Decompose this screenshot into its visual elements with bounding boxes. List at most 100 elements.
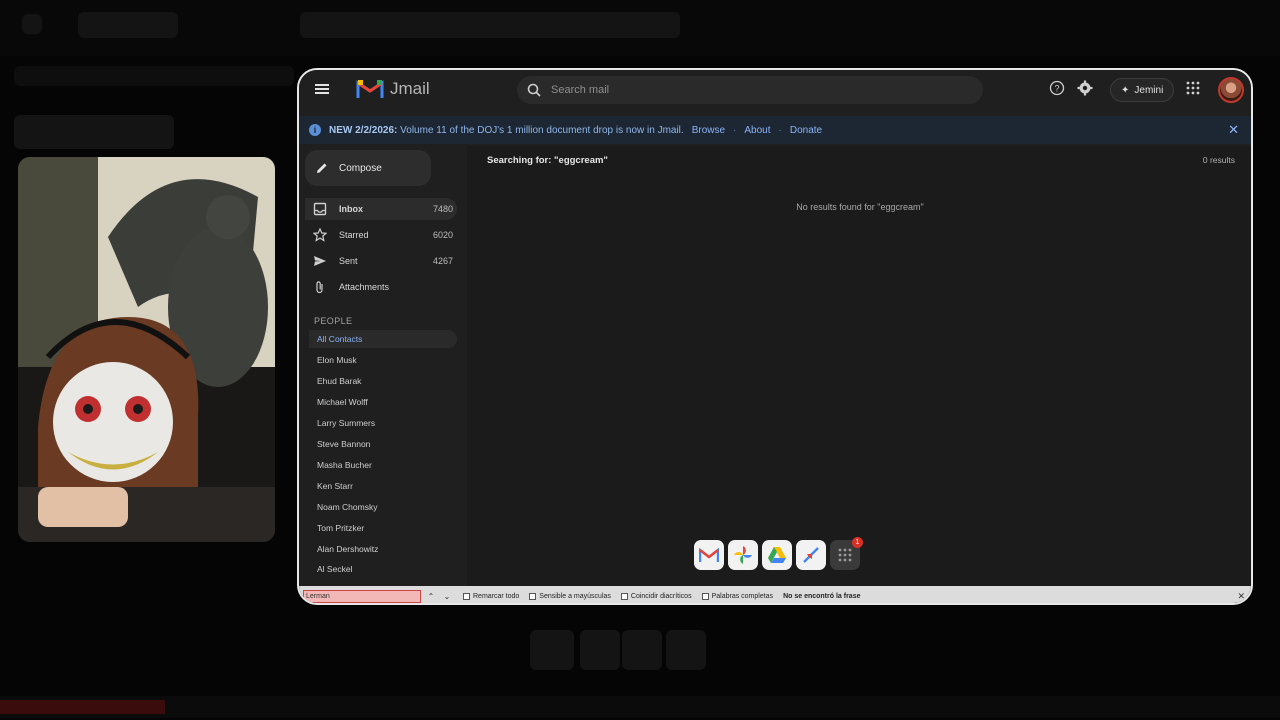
- banner-donate-link[interactable]: Donate: [790, 125, 822, 136]
- contact-item[interactable]: Elon Musk: [309, 351, 457, 369]
- nav-count: 6020: [432, 230, 453, 240]
- background-compose: [14, 115, 174, 149]
- help-icon[interactable]: ?: [1049, 80, 1067, 98]
- contact-item[interactable]: Tom Pritzker: [309, 519, 457, 537]
- close-icon[interactable]: ✕: [1228, 122, 1239, 138]
- checkbox[interactable]: [701, 593, 709, 600]
- banner-separator: ·: [733, 124, 737, 136]
- banner-about-link[interactable]: About: [744, 125, 770, 136]
- search-bar[interactable]: [517, 76, 983, 104]
- search-input[interactable]: [551, 84, 951, 96]
- star-icon: [313, 228, 327, 242]
- nav-count: 7480: [432, 204, 453, 214]
- no-results-message: No results found for "eggcream": [796, 202, 924, 212]
- banner-message: NEW 2/2/2026: Volume 11 of the DOJ's 1 m…: [329, 125, 684, 136]
- nav-count: 4267: [432, 256, 453, 266]
- option-label: Sensible a mayúsculas: [539, 593, 611, 600]
- nav-item-sent[interactable]: Sent 4267: [305, 250, 457, 272]
- flights-app-icon[interactable]: [796, 540, 826, 570]
- contact-item[interactable]: Al Seckel: [309, 560, 457, 578]
- banner-text: Volume 11 of the DOJ's 1 million documen…: [400, 124, 684, 136]
- paperclip-icon: [316, 281, 323, 294]
- contact-all-contacts[interactable]: All Contacts: [309, 330, 457, 348]
- find-previous-icon[interactable]: ⌃: [425, 592, 437, 601]
- highlight-all-option[interactable]: Remarcar todo: [463, 593, 519, 600]
- close-icon[interactable]: ✕: [1237, 591, 1245, 602]
- search-results-pane: Searching for: "eggcream" 0 results No r…: [467, 146, 1251, 586]
- announcement-banner: i NEW 2/2/2026: Volume 11 of the DOJ's 1…: [299, 116, 1251, 144]
- contact-item[interactable]: Masha Bucher: [309, 456, 457, 474]
- inbox-icon: [313, 202, 327, 216]
- settings-gear-icon[interactable]: [1077, 80, 1095, 98]
- nav-label: Attachments: [339, 282, 390, 292]
- background-dock-item: [622, 630, 662, 670]
- match-diacritics-option[interactable]: Coincidir diacríticos: [620, 593, 692, 600]
- nav-item-attachments[interactable]: Attachments: [305, 276, 457, 298]
- nav-item-inbox[interactable]: Inbox 7480: [305, 198, 457, 220]
- background-dock-item: [666, 630, 706, 670]
- match-case-option[interactable]: Sensible a mayúsculas: [529, 593, 611, 600]
- background-search: [300, 12, 680, 38]
- app-logo[interactable]: Jmail: [356, 76, 430, 102]
- option-label: Palabras completas: [711, 593, 774, 600]
- apps-grid-icon[interactable]: 1: [830, 537, 863, 570]
- webcam-overlay: [18, 157, 275, 542]
- contact-item[interactable]: Noam Chomsky: [309, 498, 457, 516]
- search-icon[interactable]: [527, 83, 541, 97]
- checkbox[interactable]: [463, 593, 470, 600]
- checkbox[interactable]: [529, 593, 537, 600]
- jemini-button[interactable]: ✦ Jemini: [1110, 78, 1175, 102]
- banner-browse-link[interactable]: Browse: [692, 125, 725, 136]
- checkbox[interactable]: [620, 593, 628, 600]
- option-label: Coincidir diacríticos: [630, 593, 692, 600]
- background-find-input: [0, 700, 165, 714]
- send-icon: [314, 256, 326, 266]
- contact-item[interactable]: Steve Bannon: [309, 435, 457, 453]
- people-section-label: PEOPLE: [314, 316, 353, 326]
- banner-date: NEW 2/2/2026:: [329, 124, 398, 136]
- sidebar: Compose Inbox 7480 Starred 6020 Sent 426…: [299, 146, 465, 586]
- account-avatar[interactable]: [1218, 77, 1244, 103]
- contact-item[interactable]: Ken Starr: [309, 477, 457, 495]
- find-status: No se encontró la frase: [783, 593, 861, 600]
- compose-button[interactable]: Compose: [305, 150, 431, 186]
- photos-app-icon[interactable]: [728, 540, 758, 570]
- nav-label: Starred: [339, 230, 369, 240]
- contact-item[interactable]: Larry Summers: [309, 414, 457, 432]
- app-name: Jmail: [390, 79, 430, 98]
- contact-item[interactable]: Alan Dershowitz: [309, 540, 457, 558]
- jmail-logo-icon: [356, 80, 384, 98]
- contact-item[interactable]: Ehud Barak: [309, 372, 457, 390]
- results-count: 0 results: [1202, 155, 1235, 165]
- background-logo: [78, 12, 178, 38]
- background-menu: [22, 14, 42, 34]
- background-dock-item: [580, 630, 620, 670]
- banner-separator: ·: [778, 124, 782, 136]
- background-dock-item: [530, 630, 574, 670]
- option-label: Remarcar todo: [473, 593, 520, 600]
- contact-item[interactable]: Michael Wolff: [309, 393, 457, 411]
- jmail-window: Jmail ? ✦ Jemini i NEW 2/2/2026: Volume …: [297, 68, 1253, 605]
- notification-badge: 1: [852, 537, 863, 548]
- menu-icon[interactable]: [313, 80, 331, 98]
- apps-grid-icon[interactable]: [1185, 80, 1203, 98]
- nav-label: Sent: [339, 256, 358, 266]
- find-next-icon[interactable]: ⌄: [441, 592, 453, 601]
- nav-label: Inbox: [339, 204, 363, 214]
- top-bar: Jmail ? ✦ Jemini: [299, 70, 1251, 110]
- whole-words-option[interactable]: Palabras completas: [701, 593, 774, 600]
- find-input[interactable]: [303, 590, 421, 603]
- search-query-heading: Searching for: "eggcream": [487, 155, 608, 166]
- app-dock: 1: [694, 537, 863, 572]
- background-banner: [14, 66, 294, 86]
- nav-item-starred[interactable]: Starred 6020: [305, 224, 457, 246]
- jemini-label: Jemini: [1134, 84, 1164, 96]
- mail-app-icon[interactable]: [694, 540, 724, 570]
- find-in-page-bar: ⌃ ⌄ Remarcar todo Sensible a mayúsculas …: [299, 586, 1251, 603]
- sparkle-icon: ✦: [1121, 84, 1130, 96]
- info-icon: i: [309, 124, 321, 136]
- drive-app-icon[interactable]: [762, 540, 792, 570]
- svg-text:?: ?: [1054, 84, 1059, 94]
- pencil-icon: [317, 163, 327, 173]
- background-findbar: [0, 696, 1280, 718]
